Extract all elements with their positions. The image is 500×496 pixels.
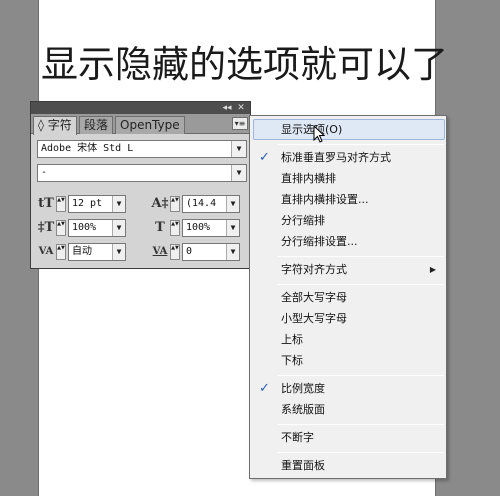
tracking-value: 0 (186, 246, 193, 257)
chevron-down-icon[interactable]: ▼ (226, 244, 239, 260)
checkmark-icon: ✓ (259, 381, 270, 396)
menu-item-all-caps[interactable]: 全部大写字母 (281, 288, 347, 308)
panel-titlebar[interactable]: ◂◂ ✕ (31, 102, 250, 114)
menu-item-warichu[interactable]: 分行缩排 (281, 211, 325, 231)
menu-item-superscript[interactable]: 上标 (281, 330, 303, 350)
font-size-spinner[interactable]: ▲▼ (56, 196, 66, 212)
chevron-right-icon: ▶ (429, 265, 436, 274)
chevron-down-icon[interactable]: ▼ (226, 220, 239, 236)
menu-item-no-break[interactable]: 不断字 (281, 428, 314, 448)
chevron-down-icon[interactable]: ▼ (112, 196, 125, 212)
vertical-scale-field: ‡T ▲▼ 100% ▼ (37, 219, 129, 237)
horizontal-scale-field: T ▲▼ 100% ▼ (151, 219, 243, 237)
kerning-value: 自动 (72, 246, 92, 257)
vertical-scale-spinner[interactable]: ▲▼ (56, 220, 66, 236)
menu-item-system-layout[interactable]: 系统版面 (281, 400, 325, 420)
font-size-value: 12 pt (72, 198, 103, 209)
font-size-field: tT ▲▼ 12 pt ▼ (37, 195, 129, 213)
chevron-down-icon[interactable]: ▼ (112, 244, 125, 260)
menu-item-reset-panel[interactable]: 重置面板 (281, 456, 325, 476)
horizontal-scale-value: 100% (186, 222, 211, 233)
menu-item-subscript[interactable]: 下标 (281, 351, 303, 371)
chevron-down-icon[interactable]: ▼ (231, 165, 246, 181)
chevron-down-icon[interactable]: ▼ (112, 220, 125, 236)
menu-separator (278, 256, 444, 257)
menu-separator (278, 284, 444, 285)
font-size-input[interactable]: 12 pt ▼ (68, 195, 126, 213)
leading-input[interactable]: (14.4 ▼ (182, 195, 240, 213)
menu-separator (278, 452, 444, 453)
tracking-spinner[interactable]: ▲▼ (170, 244, 180, 260)
vertical-scale-icon: ‡T (37, 220, 55, 235)
mouse-cursor-icon (313, 125, 325, 143)
menu-item-warichu-settings[interactable]: 分行缩排设置... (281, 232, 358, 252)
font-style-select[interactable]: - ▼ (37, 164, 247, 182)
kerning-spinner[interactable]: ▲▼ (56, 244, 66, 260)
checkmark-icon: ✓ (259, 150, 270, 165)
document-text[interactable]: 显示隐藏的选项就可以了 (41, 40, 448, 90)
vertical-scale-input[interactable]: 100% ▼ (68, 219, 126, 237)
font-size-icon: tT (38, 196, 54, 211)
kerning-input[interactable]: 自动 ▼ (68, 243, 126, 261)
tracking-input[interactable]: 0 ▼ (182, 243, 240, 261)
vertical-scale-value: 100% (72, 222, 97, 233)
menu-separator (278, 375, 444, 376)
tab-paragraph[interactable]: 段落 (79, 116, 114, 134)
horizontal-scale-spinner[interactable]: ▲▼ (170, 220, 180, 236)
font-family-value: Adobe 宋体 Std L (41, 143, 134, 154)
tracking-field: VA ▲▼ 0 ▼ (151, 243, 243, 261)
close-icon[interactable]: ✕ (234, 102, 248, 114)
menu-item-tate-chu-yoko[interactable]: 直排内横排 (281, 169, 336, 189)
leading-field: A‡ ▲▼ (14.4 ▼ (151, 195, 243, 213)
chevron-down-icon[interactable]: ▼ (231, 141, 246, 157)
tracking-icon: VA (152, 246, 168, 257)
kerning-field: VA ▲▼ 自动 ▼ (37, 243, 129, 261)
menu-separator (278, 144, 444, 145)
font-family-select[interactable]: Adobe 宋体 Std L ▼ (37, 140, 247, 158)
horizontal-scale-input[interactable]: 100% ▼ (182, 219, 240, 237)
leading-icon: A‡ (151, 196, 169, 211)
collapse-icon[interactable]: ◂◂ (220, 102, 234, 114)
character-panel: ◂◂ ✕ ◊ 字符 段落 OpenType ▾≡ Adobe 宋体 Std L … (30, 101, 251, 269)
panel-flyout-menu: 显示选项(O) ✓ 标准垂直罗马对齐方式 直排内横排 直排内横排设置... 分行… (249, 115, 447, 479)
menu-item-show-options[interactable]: 显示选项(O) (281, 120, 342, 140)
chevron-down-icon[interactable]: ▼ (226, 196, 239, 212)
menu-separator (278, 424, 444, 425)
menu-item-small-caps[interactable]: 小型大写字母 (281, 309, 347, 329)
menu-item-character-alignment[interactable]: 字符对齐方式 (281, 260, 347, 280)
panel-tabs: ◊ 字符 段落 OpenType ▾≡ (31, 114, 250, 135)
menu-item-standard-vertical-roman-alignment[interactable]: 标准垂直罗马对齐方式 (281, 148, 391, 168)
menu-item-proportional-metrics[interactable]: 比例宽度 (281, 379, 325, 399)
menu-item-tate-chu-yoko-settings[interactable]: 直排内横排设置... (281, 190, 369, 210)
kerning-icon: VA (38, 246, 54, 257)
tab-opentype[interactable]: OpenType (115, 116, 185, 134)
leading-spinner[interactable]: ▲▼ (170, 196, 180, 212)
leading-value: (14.4 (186, 198, 217, 209)
panel-menu-button[interactable]: ▾≡ (232, 117, 248, 130)
horizontal-scale-icon: T (155, 220, 165, 235)
tab-character[interactable]: ◊ 字符 (33, 116, 77, 135)
font-style-value: - (41, 167, 48, 178)
